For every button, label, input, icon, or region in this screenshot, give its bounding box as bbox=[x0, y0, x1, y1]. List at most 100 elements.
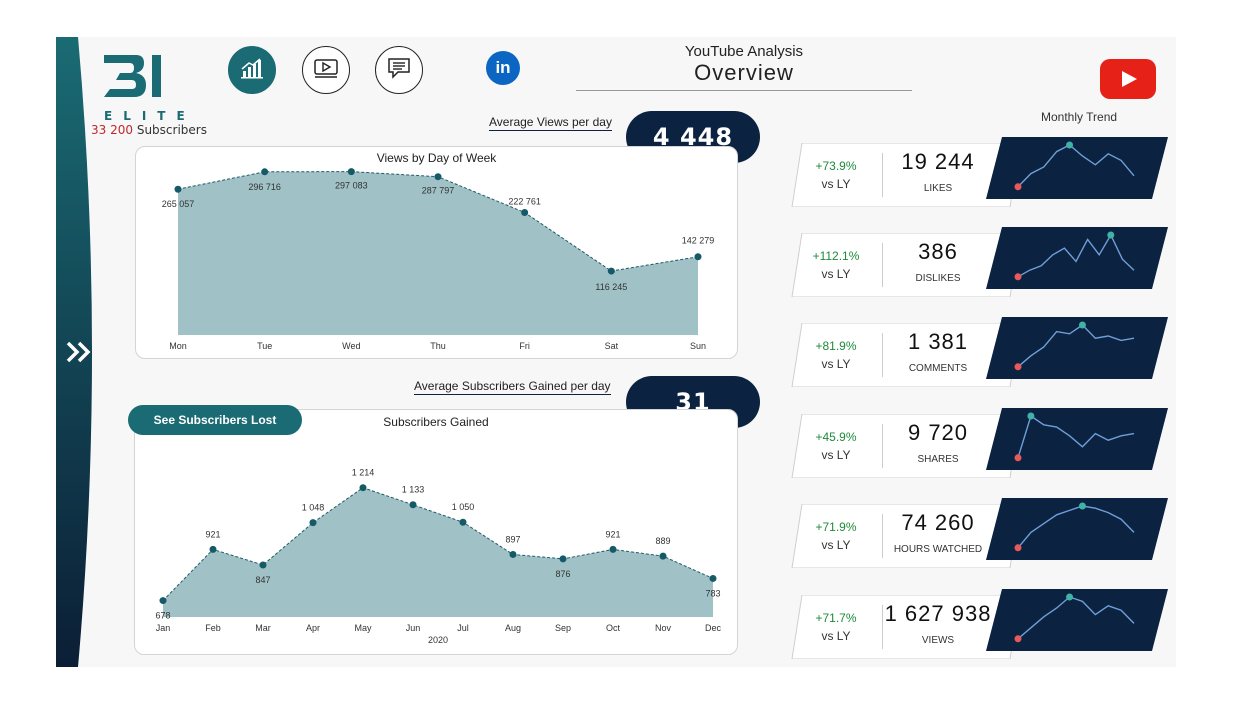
data-point[interactable] bbox=[359, 484, 367, 492]
data-label: 678 bbox=[155, 611, 170, 621]
page-header: YouTube Analysis Overview bbox=[576, 43, 912, 91]
area-fill bbox=[163, 487, 713, 617]
metric-value: 9 720 bbox=[907, 420, 969, 445]
sparkline-background bbox=[986, 317, 1168, 379]
data-label: 297 083 bbox=[335, 181, 368, 191]
monthly-trend-label: Monthly Trend bbox=[1041, 110, 1118, 124]
x-tick-label: Nov bbox=[655, 623, 672, 633]
x-tick-label: Wed bbox=[342, 341, 360, 351]
data-point[interactable] bbox=[409, 501, 417, 509]
views-chart-card: Views by Day of Week 265 057 Mon 296 716 Tu… bbox=[135, 146, 738, 359]
subscribers-count: 33 200 Subscribers bbox=[91, 123, 207, 137]
metric-label: DISLIKES bbox=[915, 273, 961, 284]
nav-comments-button[interactable] bbox=[375, 46, 423, 94]
data-label: 287 797 bbox=[422, 186, 455, 196]
sparkline-chart[interactable] bbox=[984, 494, 1174, 564]
data-label: 876 bbox=[555, 569, 570, 579]
metric-label: COMMENTS bbox=[908, 363, 968, 374]
data-point[interactable] bbox=[459, 518, 467, 526]
data-label: 921 bbox=[205, 529, 220, 539]
metric-vs-ly: vs LY bbox=[821, 538, 851, 552]
data-point[interactable] bbox=[347, 168, 355, 176]
metric-card: +71.9% vs LY 74 260 HOURS WATCHED bbox=[788, 498, 1176, 568]
page-subtitle: YouTube Analysis bbox=[684, 43, 804, 60]
comment-icon bbox=[386, 56, 412, 84]
sparkline-background bbox=[986, 137, 1168, 199]
metric-growth: +73.9% bbox=[815, 159, 857, 173]
sparkline-peak-point bbox=[1066, 593, 1074, 601]
nav-videos-button[interactable] bbox=[302, 46, 350, 94]
data-label: 1 133 bbox=[402, 485, 425, 495]
subscribers-label: Subscribers bbox=[136, 123, 207, 137]
data-label: 116 245 bbox=[595, 282, 627, 292]
metric-growth: +45.9% bbox=[815, 430, 857, 444]
x-tick-label: Feb bbox=[205, 623, 221, 633]
data-point[interactable] bbox=[559, 555, 567, 563]
x-tick-label: Thu bbox=[430, 341, 446, 351]
sparkline-background bbox=[986, 227, 1168, 289]
sparkline-background bbox=[986, 589, 1168, 651]
metric-vs-ly: vs LY bbox=[821, 629, 851, 643]
x-tick-label: May bbox=[354, 623, 372, 633]
sparkline-peak-point bbox=[1027, 412, 1035, 420]
sparkline-chart[interactable] bbox=[984, 313, 1174, 383]
data-label: 296 716 bbox=[248, 182, 281, 192]
data-label: 847 bbox=[255, 575, 270, 585]
data-point[interactable] bbox=[521, 208, 529, 216]
data-point[interactable] bbox=[694, 253, 702, 261]
sparkline-start-point bbox=[1014, 544, 1022, 552]
sparkline-chart[interactable] bbox=[984, 133, 1174, 203]
subscribers-number: 33 200 bbox=[91, 123, 133, 137]
nav-analytics-button[interactable] bbox=[228, 46, 276, 94]
metric-growth: +71.7% bbox=[815, 611, 857, 625]
metric-vs-ly: vs LY bbox=[821, 448, 851, 462]
x-tick-label: Jan bbox=[156, 623, 171, 633]
data-label: 1 050 bbox=[452, 502, 475, 512]
page-title: Overview bbox=[694, 60, 794, 85]
data-point[interactable] bbox=[509, 550, 517, 558]
data-point[interactable] bbox=[709, 574, 717, 582]
video-play-icon bbox=[313, 57, 339, 83]
sparkline-peak-point bbox=[1066, 141, 1074, 149]
data-point[interactable] bbox=[609, 545, 617, 553]
x-axis-label: 2020 bbox=[428, 635, 448, 645]
data-label: 222 761 bbox=[508, 196, 541, 206]
data-point[interactable] bbox=[159, 597, 167, 605]
x-tick-label: Dec bbox=[705, 623, 722, 633]
bar-chart-icon bbox=[240, 57, 264, 83]
metric-value: 19 244 bbox=[901, 149, 975, 174]
data-point[interactable] bbox=[434, 173, 442, 181]
data-point[interactable] bbox=[261, 168, 269, 176]
youtube-icon[interactable] bbox=[1100, 59, 1156, 99]
sparkline-chart[interactable] bbox=[984, 404, 1174, 474]
data-point[interactable] bbox=[309, 519, 317, 527]
sparkline-start-point bbox=[1014, 454, 1022, 462]
sparkline-chart[interactable] bbox=[984, 585, 1174, 655]
sparkline-start-point bbox=[1014, 635, 1022, 643]
avg-views-label: Average Views per day bbox=[489, 115, 612, 131]
data-point[interactable] bbox=[259, 561, 267, 569]
sparkline-start-point bbox=[1014, 273, 1022, 281]
data-point[interactable] bbox=[607, 267, 615, 275]
data-label: 142 279 bbox=[682, 236, 715, 246]
data-point[interactable] bbox=[659, 552, 667, 560]
data-point[interactable] bbox=[174, 185, 182, 193]
expand-sidebar-icon[interactable] bbox=[64, 337, 94, 367]
data-point[interactable] bbox=[209, 545, 217, 553]
subs-chart-card: Subscribers Gained 678 Jan 921 Feb 847 Mar 1 0… bbox=[134, 409, 738, 655]
x-tick-label: Mar bbox=[255, 623, 271, 633]
data-label: 1 214 bbox=[352, 468, 375, 478]
sparkline-peak-point bbox=[1107, 231, 1115, 239]
sparkline-chart[interactable] bbox=[984, 223, 1174, 293]
metric-value: 386 bbox=[918, 239, 958, 264]
x-tick-label: Apr bbox=[306, 623, 320, 633]
logo-elite-text: ELITE bbox=[104, 109, 196, 123]
see-subscribers-lost-button[interactable]: See Subscribers Lost bbox=[128, 405, 302, 435]
x-tick-label: Sat bbox=[605, 341, 619, 351]
metric-growth: +71.9% bbox=[815, 520, 857, 534]
metric-card: +73.9% vs LY 19 244 LIKES bbox=[788, 137, 1176, 207]
x-tick-label: Tue bbox=[257, 341, 272, 351]
linkedin-icon[interactable]: in bbox=[486, 51, 520, 85]
x-tick-label: Jun bbox=[406, 623, 421, 633]
x-tick-label: Aug bbox=[505, 623, 521, 633]
